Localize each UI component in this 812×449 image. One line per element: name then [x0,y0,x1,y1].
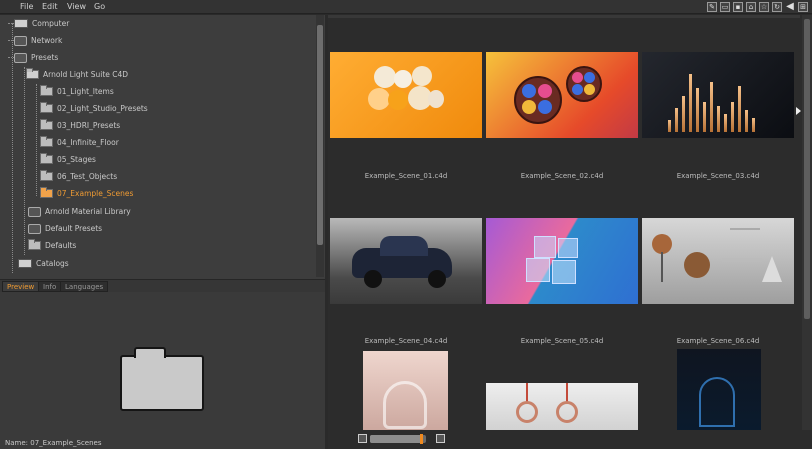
tab-languages[interactable]: Languages [60,281,109,292]
tab-info[interactable]: Info [38,281,62,292]
scene-label[interactable]: Example_Scene_02.c4d [486,172,638,180]
zoom-in-icon[interactable] [436,434,445,443]
tree-guide [24,67,25,255]
tree-item-05-stages[interactable]: 05_Stages [40,152,96,167]
folder-icon [40,170,53,181]
tree-item-02-light-studio-presets[interactable]: 02_Light_Studio_Presets [40,101,148,116]
grid-scrollbar[interactable] [802,15,812,435]
grid-icon[interactable]: ⊞ [798,2,808,12]
scene-thumbnail[interactable] [363,351,448,435]
mouse-cursor-icon [796,107,801,115]
scene-label[interactable]: Example_Scene_06.c4d [642,337,794,345]
tree-item-07-example-scenes[interactable]: 07_Example_Scenes [40,186,133,201]
folder-icon [40,119,53,130]
menu-go[interactable]: Go [94,2,105,11]
grid-scroll-thumb[interactable] [804,19,810,319]
scene-label[interactable]: Example_Scene_03.c4d [642,172,794,180]
zoom-out-icon[interactable] [358,434,367,443]
tree-item-04-infinite-floor[interactable]: 04_Infinite_Floor [40,135,119,150]
scene-thumbnail[interactable] [330,218,482,304]
zoom-slider-knob[interactable] [420,434,424,444]
tree-item-presets[interactable]: Presets [8,50,58,65]
browser-grid: Example_Scene_01.c4d Example_Scene_02.c4… [328,15,812,449]
scene-label[interactable]: Example_Scene_01.c4d [330,172,482,180]
tree-item-network[interactable]: Network [8,33,62,48]
presets-icon [14,52,27,63]
library-icon [28,206,41,217]
tree-item-defaults[interactable]: Defaults [28,238,76,253]
scene-thumbnail[interactable] [486,218,638,304]
folder-open-icon [26,68,39,79]
tree-item-06-test-objects[interactable]: 06_Test_Objects [40,169,117,184]
preview-name: Name: 07_Example_Scenes [5,439,102,447]
folder-icon [40,102,53,113]
scene-thumbnail[interactable] [677,349,761,435]
folder-icon [40,187,53,198]
window-icon[interactable]: ▭ [720,2,730,12]
tree-item-03-hdri-presets[interactable]: 03_HDRI_Presets [40,118,120,133]
scene-thumbnail[interactable] [642,52,794,138]
tree-item-arnold-light-suite[interactable]: Arnold Light Suite C4D [26,67,128,82]
library-icon [28,223,41,234]
lock-icon[interactable]: ▪ [733,2,743,12]
browser-header [328,15,800,18]
left-panel: Computer Network Presets Arnold Light Su… [0,15,325,449]
preview-panel [0,292,325,449]
tree-item-01-light-items[interactable]: 01_Light_Items [40,84,114,99]
zoom-bar [328,430,812,449]
tree-item-catalogs[interactable]: Catalogs [18,256,69,271]
folder-icon [40,136,53,147]
scene-label[interactable]: Example_Scene_05.c4d [486,337,638,345]
menu-edit[interactable]: Edit [42,2,58,11]
tree-guide [36,84,37,196]
tree-item-computer[interactable]: Computer [8,16,69,31]
home-icon[interactable]: ⌂ [746,2,756,12]
scene-thumbnail[interactable] [330,52,482,138]
tab-preview[interactable]: Preview [2,281,40,292]
tree-item-default-presets[interactable]: Default Presets [28,221,102,236]
folder-icon [28,239,41,250]
menu-bar: File Edit View Go ✎ ▭ ▪ ⌂ ☆ ↻ ◀ ⊞ [0,0,812,14]
tree-scrollbar[interactable] [316,15,324,277]
tree-item-arnold-material-library[interactable]: Arnold Material Library [28,204,131,219]
zoom-slider[interactable] [370,434,426,444]
preview-tabs: Preview Info Languages [0,279,325,292]
computer-icon [14,19,28,28]
star-icon[interactable]: ☆ [759,2,769,12]
toolbar: ✎ ▭ ▪ ⌂ ☆ ↻ ◀ ⊞ [707,1,808,13]
scene-thumbnail[interactable] [642,218,794,304]
folder-icon [40,85,53,96]
folder-icon [120,347,204,411]
zoom-slider-fill [370,435,424,443]
menu-file[interactable]: File [20,2,33,11]
menu-view[interactable]: View [67,2,86,11]
scene-thumbnail[interactable] [486,52,638,138]
scene-label[interactable]: Example_Scene_04.c4d [330,337,482,345]
pencil-icon[interactable]: ✎ [707,2,717,12]
sync-icon[interactable]: ↻ [772,2,782,12]
network-icon [14,35,27,46]
tree-scroll-thumb[interactable] [317,25,323,245]
folder-icon [40,153,53,164]
scene-thumbnail[interactable] [486,383,638,435]
catalog-icon [18,259,32,268]
back-arrow-icon[interactable]: ◀ [785,2,795,12]
folder-tree: Computer Network Presets Arnold Light Su… [0,15,316,277]
